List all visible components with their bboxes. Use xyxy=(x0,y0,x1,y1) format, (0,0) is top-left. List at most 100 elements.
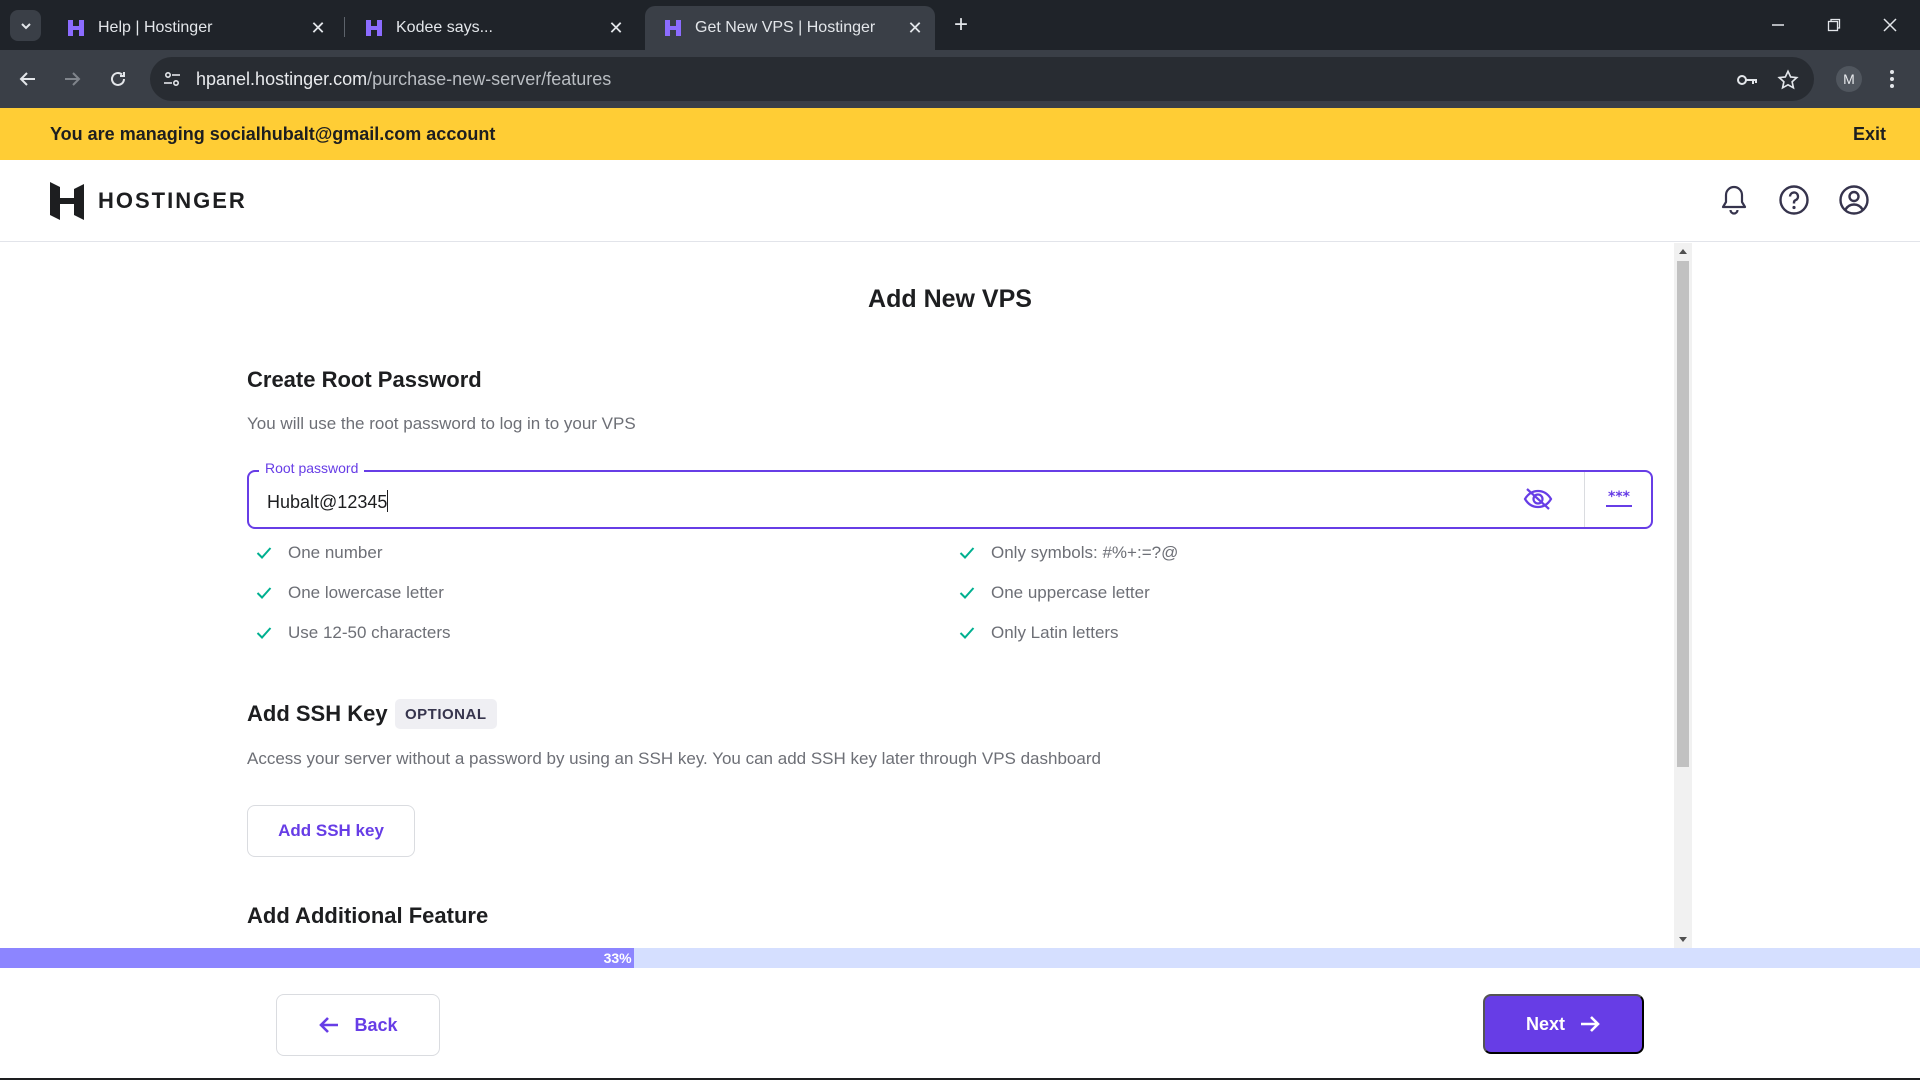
next-button[interactable]: Next xyxy=(1483,994,1644,1054)
password-key-icon[interactable] xyxy=(1734,67,1760,93)
eye-off-icon xyxy=(1523,488,1553,510)
ssh-key-heading: Add SSH Key xyxy=(247,701,388,726)
requirement-text: Only Latin letters xyxy=(991,623,1119,642)
tab-search-button[interactable] xyxy=(10,10,41,41)
root-password-label: Root password xyxy=(259,460,365,476)
back-label: Back xyxy=(354,1014,398,1035)
exit-link[interactable]: Exit xyxy=(1853,124,1886,145)
requirement-item: Only Latin letters xyxy=(957,623,1119,643)
address-bar[interactable]: hpanel.hostinger.com/purchase-new-server… xyxy=(150,57,1814,101)
back-button[interactable]: Back xyxy=(276,994,440,1056)
url-host: hpanel.hostinger.com xyxy=(196,69,368,89)
browser-toolbar: hpanel.hostinger.com/purchase-new-server… xyxy=(0,50,1920,108)
more-vert-icon xyxy=(1890,70,1894,88)
site-info-icon[interactable] xyxy=(160,67,184,91)
password-dots-icon: *** xyxy=(1606,489,1632,507)
check-icon xyxy=(957,623,977,643)
tab-separator xyxy=(344,17,345,37)
progress-fill: 33% xyxy=(0,948,634,968)
hostinger-logo-icon xyxy=(50,182,84,220)
arrow-right-icon xyxy=(1581,1016,1600,1032)
hostinger-favicon-icon xyxy=(366,20,382,36)
root-password-field[interactable]: Root password Hubalt@12345 *** xyxy=(247,460,1653,529)
check-icon xyxy=(254,623,274,643)
reload-icon xyxy=(111,71,125,86)
browser-tab-bar: Help | Hostinger ✕ Kodee says... ✕ Get N… xyxy=(0,0,1920,50)
site-header: HOSTINGER xyxy=(0,160,1920,242)
logo-text: HOSTINGER xyxy=(98,188,247,213)
requirement-item: Use 12-50 characters xyxy=(254,623,451,643)
screen: Help | Hostinger ✕ Kodee says... ✕ Get N… xyxy=(0,0,1920,1080)
toggle-visibility-button[interactable] xyxy=(1521,484,1555,514)
browser-tab-help[interactable]: Help | Hostinger ✕ xyxy=(48,6,338,50)
url-text: hpanel.hostinger.com/purchase-new-server… xyxy=(196,69,611,90)
reload-button[interactable] xyxy=(103,64,133,94)
close-tab-icon[interactable]: ✕ xyxy=(606,18,626,38)
tab-title: Help | Hostinger xyxy=(98,19,213,36)
restore-window-button[interactable] xyxy=(1814,10,1854,40)
url-path: /purchase-new-server/features xyxy=(367,69,612,89)
arrow-left-icon xyxy=(19,72,35,86)
back-nav-button[interactable] xyxy=(13,64,43,94)
browser-menu-button[interactable] xyxy=(1882,64,1902,94)
root-password-heading: Create Root Password xyxy=(247,367,482,392)
bookmark-star-icon[interactable] xyxy=(1775,67,1801,93)
root-password-description: You will use the root password to log in… xyxy=(247,414,636,433)
browser-tab-kodee[interactable]: Kodee says... ✕ xyxy=(346,6,636,50)
profile-avatar[interactable]: M xyxy=(1836,66,1862,92)
hostinger-favicon-icon xyxy=(665,20,681,36)
requirement-text: One uppercase letter xyxy=(991,583,1150,602)
requirement-text: Use 12-50 characters xyxy=(288,623,451,642)
check-icon xyxy=(957,583,977,603)
check-icon xyxy=(254,583,274,603)
ssh-key-description: Access your server without a password by… xyxy=(247,749,1101,768)
restore-icon xyxy=(1827,18,1841,32)
svg-text:***: *** xyxy=(1608,489,1631,505)
progress-label: 33% xyxy=(603,950,632,966)
requirement-item: One number xyxy=(254,543,383,563)
generate-password-button[interactable]: *** xyxy=(1599,484,1639,514)
managing-account-banner: You are managing socialhubalt@gmail.com … xyxy=(0,108,1920,160)
arrow-right-icon xyxy=(65,72,81,86)
requirement-text: Only symbols: #%+:=?@ xyxy=(991,543,1179,562)
scroll-up-arrow-icon[interactable] xyxy=(1674,243,1692,259)
requirement-item: Only symbols: #%+:=?@ xyxy=(957,543,1178,563)
close-tab-icon[interactable]: ✕ xyxy=(308,18,328,38)
forward-nav-button[interactable] xyxy=(57,64,87,94)
requirement-item: One uppercase letter xyxy=(957,583,1150,603)
notifications-bell-icon[interactable] xyxy=(1716,182,1752,218)
check-icon xyxy=(254,543,274,563)
hostinger-logo[interactable]: HOSTINGER xyxy=(50,182,247,220)
next-label: Next xyxy=(1525,1013,1565,1034)
close-window-button[interactable] xyxy=(1870,10,1910,40)
check-icon xyxy=(957,543,977,563)
content-scrollbar[interactable] xyxy=(1674,243,1692,948)
scroll-down-arrow-icon[interactable] xyxy=(1674,932,1692,948)
banner-text: You are managing socialhubalt@gmail.com … xyxy=(50,124,496,144)
chevron-down-icon xyxy=(20,22,31,29)
requirement-item: One lowercase letter xyxy=(254,583,444,603)
browser-tab-get-new-vps[interactable]: Get New VPS | Hostinger ✕ xyxy=(645,6,935,50)
account-user-icon[interactable] xyxy=(1836,182,1872,218)
text-caret xyxy=(387,490,389,512)
page-title: Add New VPS xyxy=(868,285,1032,313)
purchase-progress-bar: 33% xyxy=(0,948,1920,968)
scroll-thumb[interactable] xyxy=(1677,261,1689,767)
requirement-text: One number xyxy=(288,543,383,562)
arrow-left-icon xyxy=(319,1017,339,1033)
close-tab-icon[interactable]: ✕ xyxy=(905,18,925,38)
additional-feature-heading: Add Additional Feature xyxy=(247,903,489,928)
tab-title: Kodee says... xyxy=(396,19,493,36)
tab-title: Get New VPS | Hostinger xyxy=(695,19,876,36)
root-password-input[interactable]: Hubalt@12345 xyxy=(267,490,389,513)
optional-badge: OPTIONAL xyxy=(395,699,497,729)
requirement-text: One lowercase letter xyxy=(288,583,444,602)
help-question-icon[interactable] xyxy=(1776,182,1812,218)
close-icon xyxy=(1883,18,1897,32)
field-divider xyxy=(1584,472,1585,527)
main-content: Add New VPS Create Root Password You wil… xyxy=(0,243,1674,948)
new-tab-button[interactable]: + xyxy=(948,11,974,38)
add-ssh-key-button[interactable]: Add SSH key xyxy=(247,805,415,857)
root-password-value: Hubalt@12345 xyxy=(267,492,388,512)
minimize-window-button[interactable] xyxy=(1758,10,1798,40)
